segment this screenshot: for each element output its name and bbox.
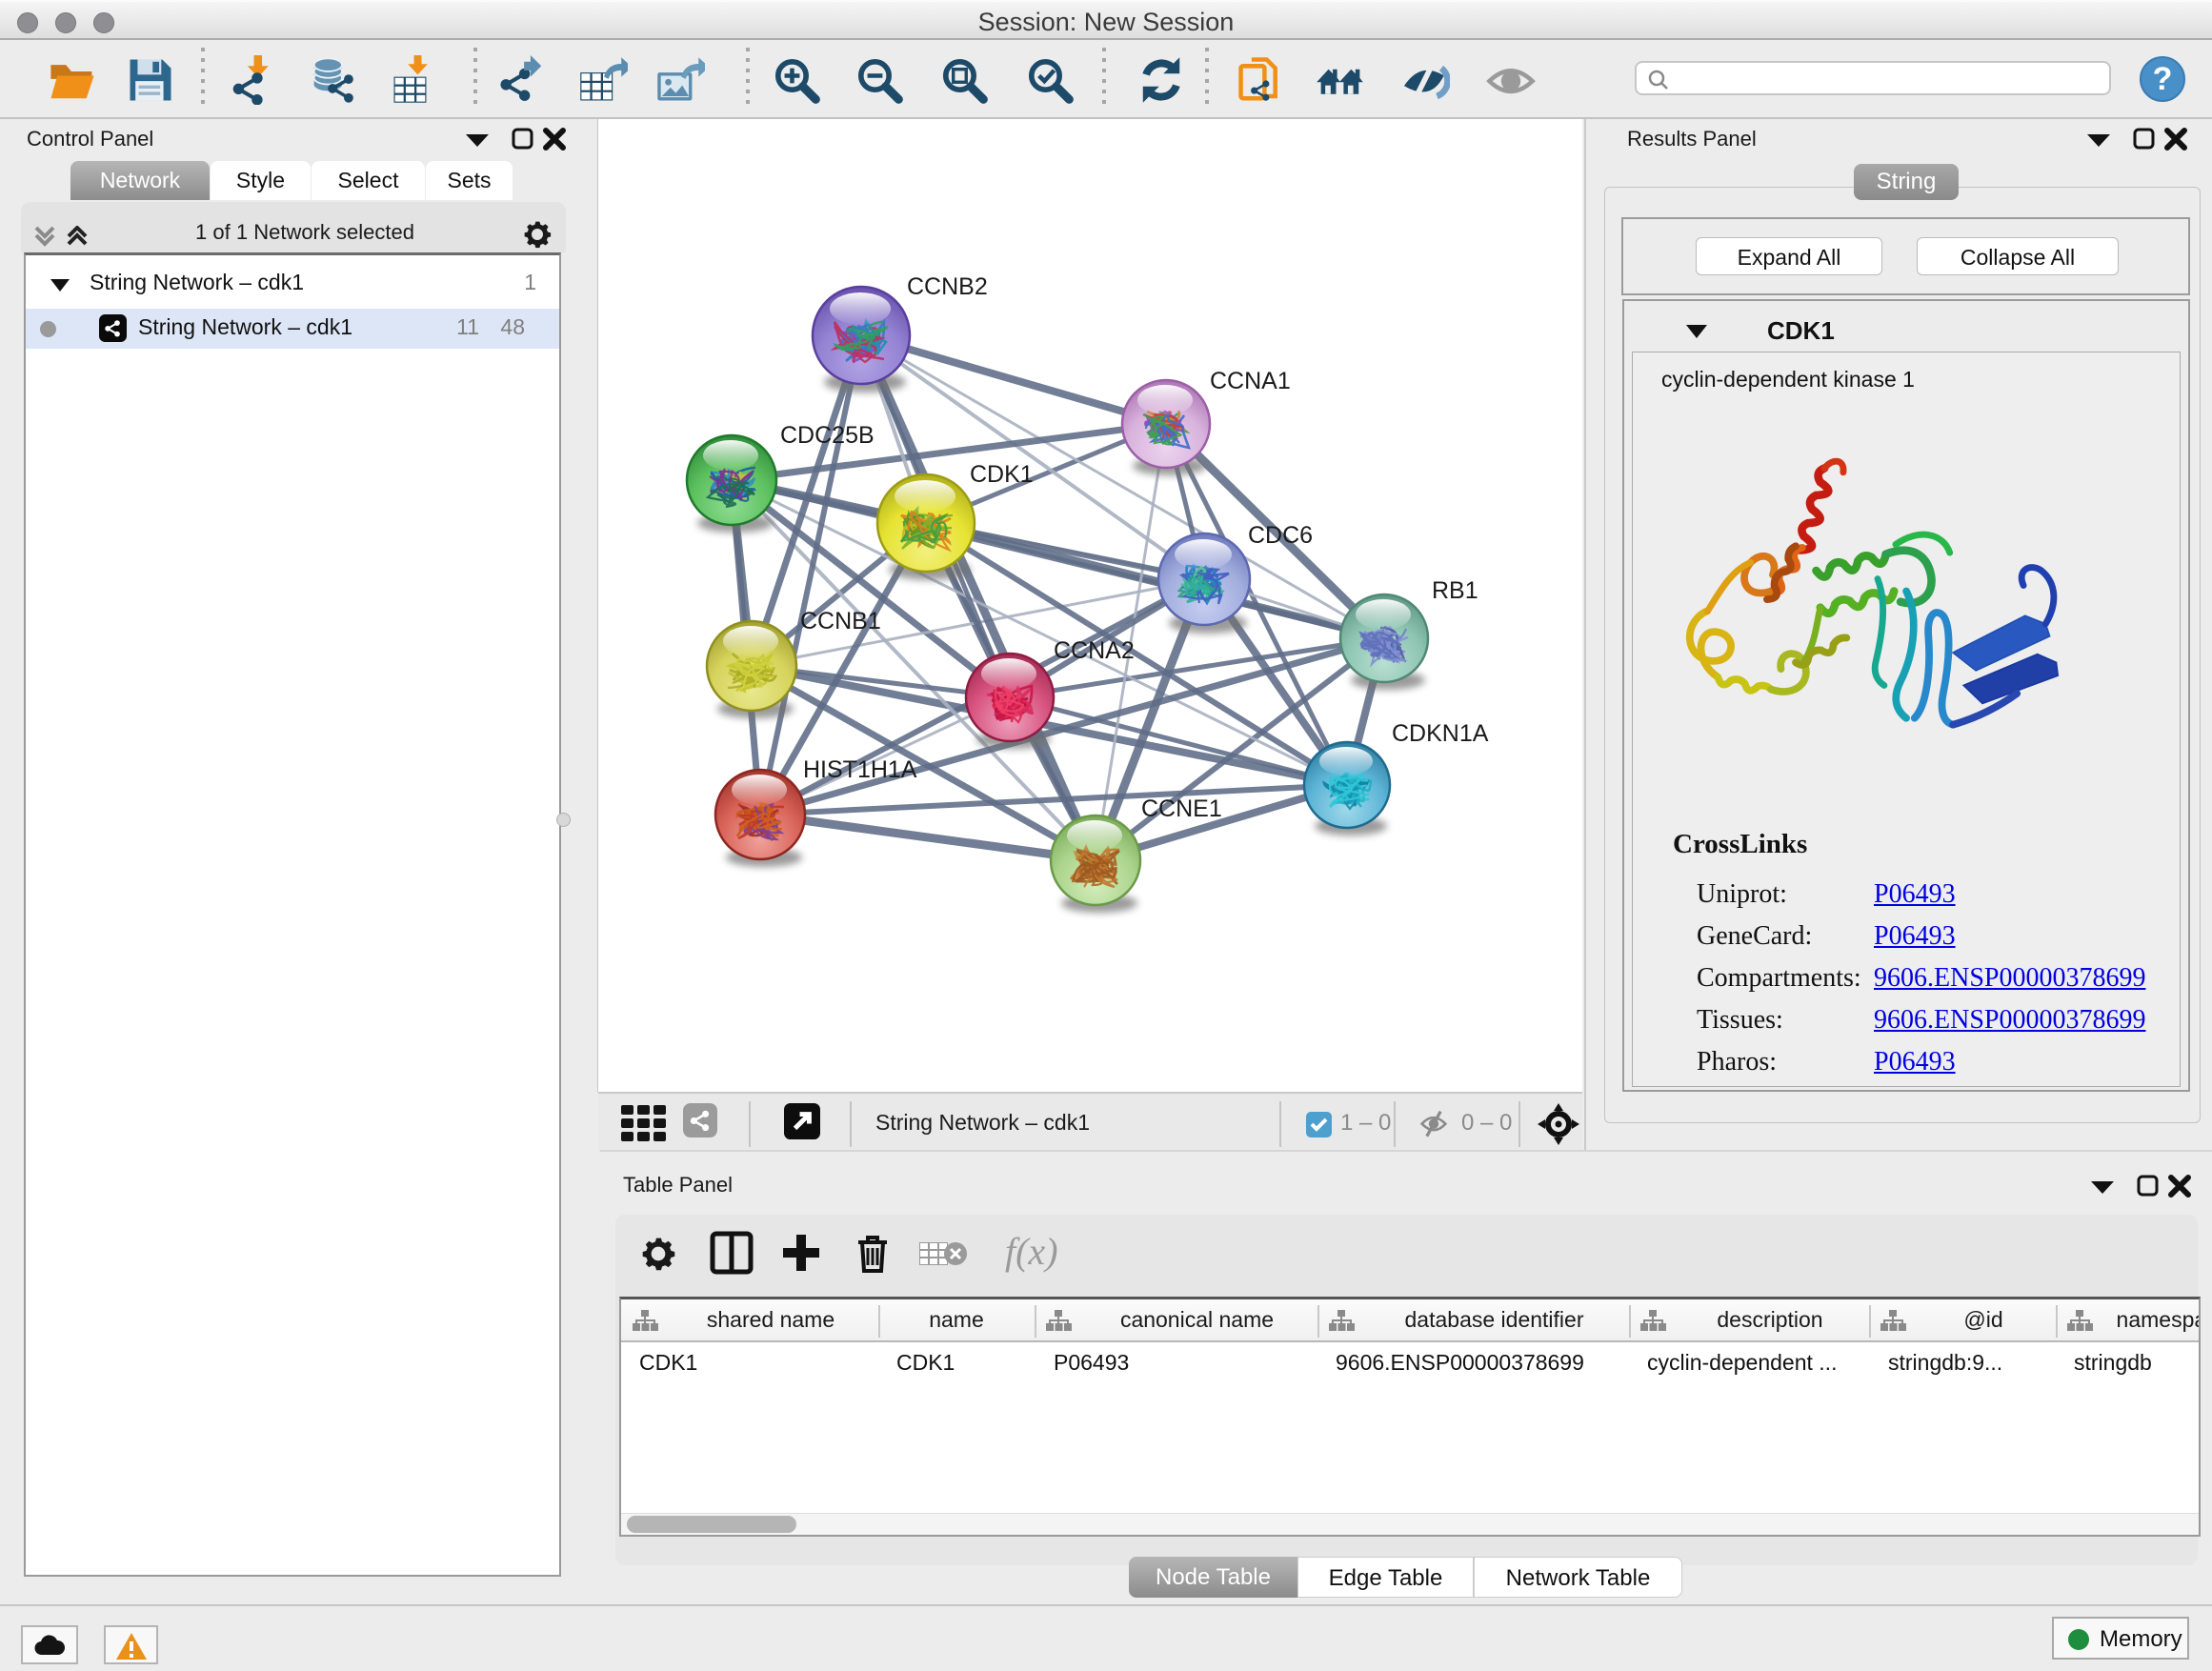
svg-text:CDC25B: CDC25B [780,422,875,449]
svg-text:CDK1: CDK1 [970,461,1034,488]
svg-text:CCNE1: CCNE1 [1141,795,1222,822]
svg-text:CCNB2: CCNB2 [907,273,988,300]
svg-text:HIST1H1A: HIST1H1A [803,756,917,783]
svg-text:CCNA1: CCNA1 [1210,368,1291,394]
svg-text:CCNB1: CCNB1 [800,608,881,634]
svg-text:CDKN1A: CDKN1A [1392,720,1489,747]
svg-text:CDC6: CDC6 [1248,522,1313,549]
svg-text:RB1: RB1 [1432,577,1478,604]
svg-text:CCNA2: CCNA2 [1054,637,1135,664]
